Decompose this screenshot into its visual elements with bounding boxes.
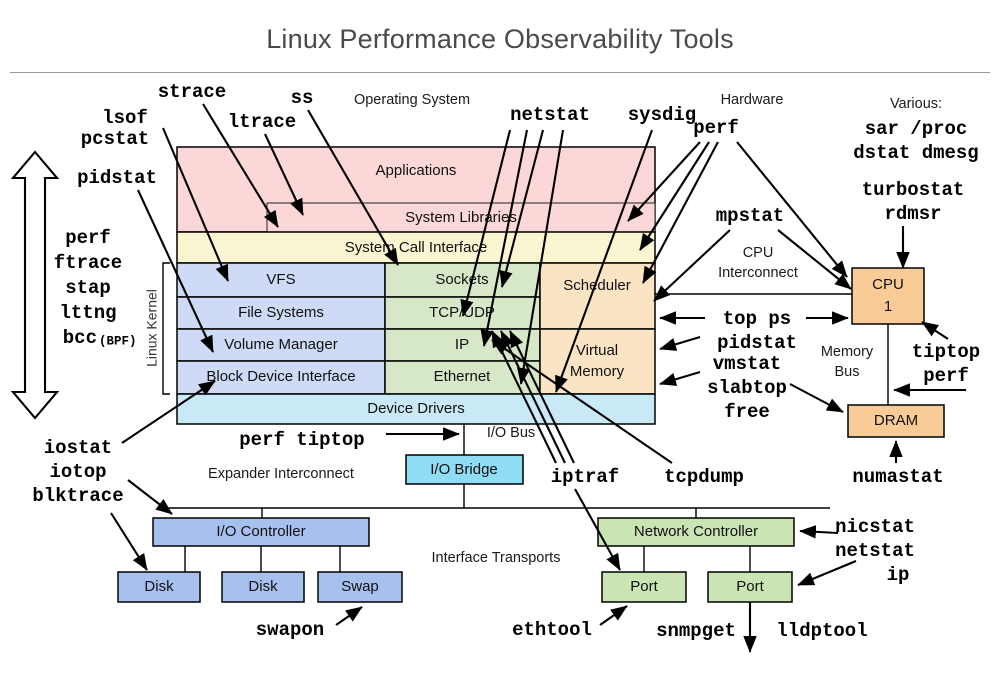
tool-blktrace[interactable]: blktrace <box>32 485 123 507</box>
linux-kernel-label: Linux Kernel <box>144 289 160 367</box>
tool-stap[interactable]: stap <box>65 277 111 299</box>
tool-sysdig[interactable]: sysdig <box>628 104 696 126</box>
tool-slabtop[interactable]: slabtop <box>707 377 787 399</box>
tool-vmstat[interactable]: vmstat <box>713 353 781 375</box>
hardware-label-swap: Swap <box>341 578 379 595</box>
tool-netstat-nic[interactable]: netstat <box>835 540 915 562</box>
stack-label-sockets: Sockets <box>435 271 488 288</box>
tool-bcc[interactable]: bcc <box>63 327 97 349</box>
label-memory-bus-line2: Bus <box>835 364 860 380</box>
stack-label-volume-manager: Volume Manager <box>224 336 337 353</box>
tool-iptraf[interactable]: iptraf <box>551 466 619 488</box>
tool-lldptool[interactable]: lldptool <box>776 620 867 642</box>
hardware-label-cpu-line1: CPU <box>872 276 904 293</box>
stack-label-file-systems: File Systems <box>238 304 324 321</box>
tool-pidstat-cpu[interactable]: pidstat <box>717 332 797 354</box>
tool-rdmsr[interactable]: rdmsr <box>884 203 941 225</box>
stack-label-system-call-interface: System Call Interface <box>345 239 488 256</box>
stack-label-tcp-udp: TCP/UDP <box>429 304 495 321</box>
tool-perf-kernel[interactable]: perf <box>65 227 111 249</box>
tool-sar-proc[interactable]: sar /proc <box>865 118 968 140</box>
tool-swapon[interactable]: swapon <box>256 619 324 641</box>
stack-label-virtual-memory-line2: Memory <box>570 363 625 380</box>
tool-ip[interactable]: ip <box>887 564 910 586</box>
tool-tcpdump[interactable]: tcpdump <box>664 466 744 488</box>
label-expander-interconnect: Expander Interconnect <box>208 466 354 482</box>
hardware-label-dram: DRAM <box>874 412 918 429</box>
tool-snmpget[interactable]: snmpget <box>656 620 736 642</box>
label-various-heading: Various: <box>890 96 942 112</box>
hardware-label-disk-1: Disk <box>144 578 174 595</box>
hardware-label-port-2: Port <box>736 578 764 595</box>
tool-dstat-dmesg[interactable]: dstat dmesg <box>853 142 978 164</box>
label-hardware: Hardware <box>721 92 784 108</box>
diagram-canvas: Linux Performance Observability Tools Ap… <box>0 0 1000 700</box>
stack-label-ip: IP <box>455 336 469 353</box>
stack-label-ethernet: Ethernet <box>434 368 492 385</box>
tool-perf-hardware[interactable]: perf <box>693 117 739 139</box>
os-stack: Applications System Libraries System Cal… <box>176 146 656 425</box>
tool-netstat-top[interactable]: netstat <box>510 104 590 126</box>
tool-tiptop[interactable]: tiptop <box>912 341 980 363</box>
tool-bcc-suffix: (BPF) <box>99 334 137 348</box>
hardware-label-disk-2: Disk <box>248 578 278 595</box>
tool-perf-cpu[interactable]: perf <box>923 365 969 387</box>
hardware-label-io-bridge: I/O Bridge <box>430 461 498 478</box>
label-io-bus: I/O Bus <box>487 425 535 441</box>
tool-lttng[interactable]: lttng <box>59 302 116 324</box>
tool-pcstat[interactable]: pcstat <box>81 128 149 150</box>
tool-strace[interactable]: strace <box>158 81 226 103</box>
tool-pidstat[interactable]: pidstat <box>77 167 157 189</box>
tool-nicstat[interactable]: nicstat <box>835 516 915 538</box>
stack-label-block-device-interface: Block Device Interface <box>206 368 355 385</box>
stack-label-system-libraries: System Libraries <box>405 209 517 226</box>
tool-numastat[interactable]: numastat <box>852 466 943 488</box>
tool-perf-tiptop[interactable]: perf tiptop <box>239 429 364 451</box>
tool-ftrace[interactable]: ftrace <box>54 252 122 274</box>
tool-iostat[interactable]: iostat <box>44 437 112 459</box>
linux-kernel-bracket: Linux Kernel <box>144 262 170 395</box>
tool-ltrace[interactable]: ltrace <box>228 111 296 133</box>
hardware-label-cpu-line2: 1 <box>884 298 892 315</box>
label-cpu-interconnect-line2: Interconnect <box>718 265 798 281</box>
tool-turbostat[interactable]: turbostat <box>862 179 965 201</box>
stack-label-device-drivers: Device Drivers <box>367 400 465 417</box>
kernel-scope-double-arrow <box>10 150 60 420</box>
diagram-svg: Applications System Libraries System Cal… <box>10 81 980 653</box>
label-memory-bus-line1: Memory <box>821 344 874 360</box>
hardware-label-network-controller: Network Controller <box>634 523 758 540</box>
label-operating-system: Operating System <box>354 92 470 108</box>
tool-mpstat[interactable]: mpstat <box>716 205 784 227</box>
label-cpu-interconnect-line1: CPU <box>743 245 774 261</box>
stack-label-virtual-memory-line1: Virtual <box>576 342 618 359</box>
stack-box-scheduler[interactable] <box>539 262 656 330</box>
hardware-label-io-controller: I/O Controller <box>216 523 305 540</box>
tool-free[interactable]: free <box>724 401 770 423</box>
tool-ss[interactable]: ss <box>291 87 314 109</box>
tool-ethtool[interactable]: ethtool <box>512 619 592 641</box>
hardware-label-port-1: Port <box>630 578 658 595</box>
label-interface-transports: Interface Transports <box>432 550 561 566</box>
stack-label-applications: Applications <box>376 162 457 179</box>
tool-iotop[interactable]: iotop <box>49 461 106 483</box>
stack-label-vfs: VFS <box>266 271 295 288</box>
tool-lsof[interactable]: lsof <box>102 107 148 129</box>
tool-top-ps[interactable]: top ps <box>723 308 791 330</box>
